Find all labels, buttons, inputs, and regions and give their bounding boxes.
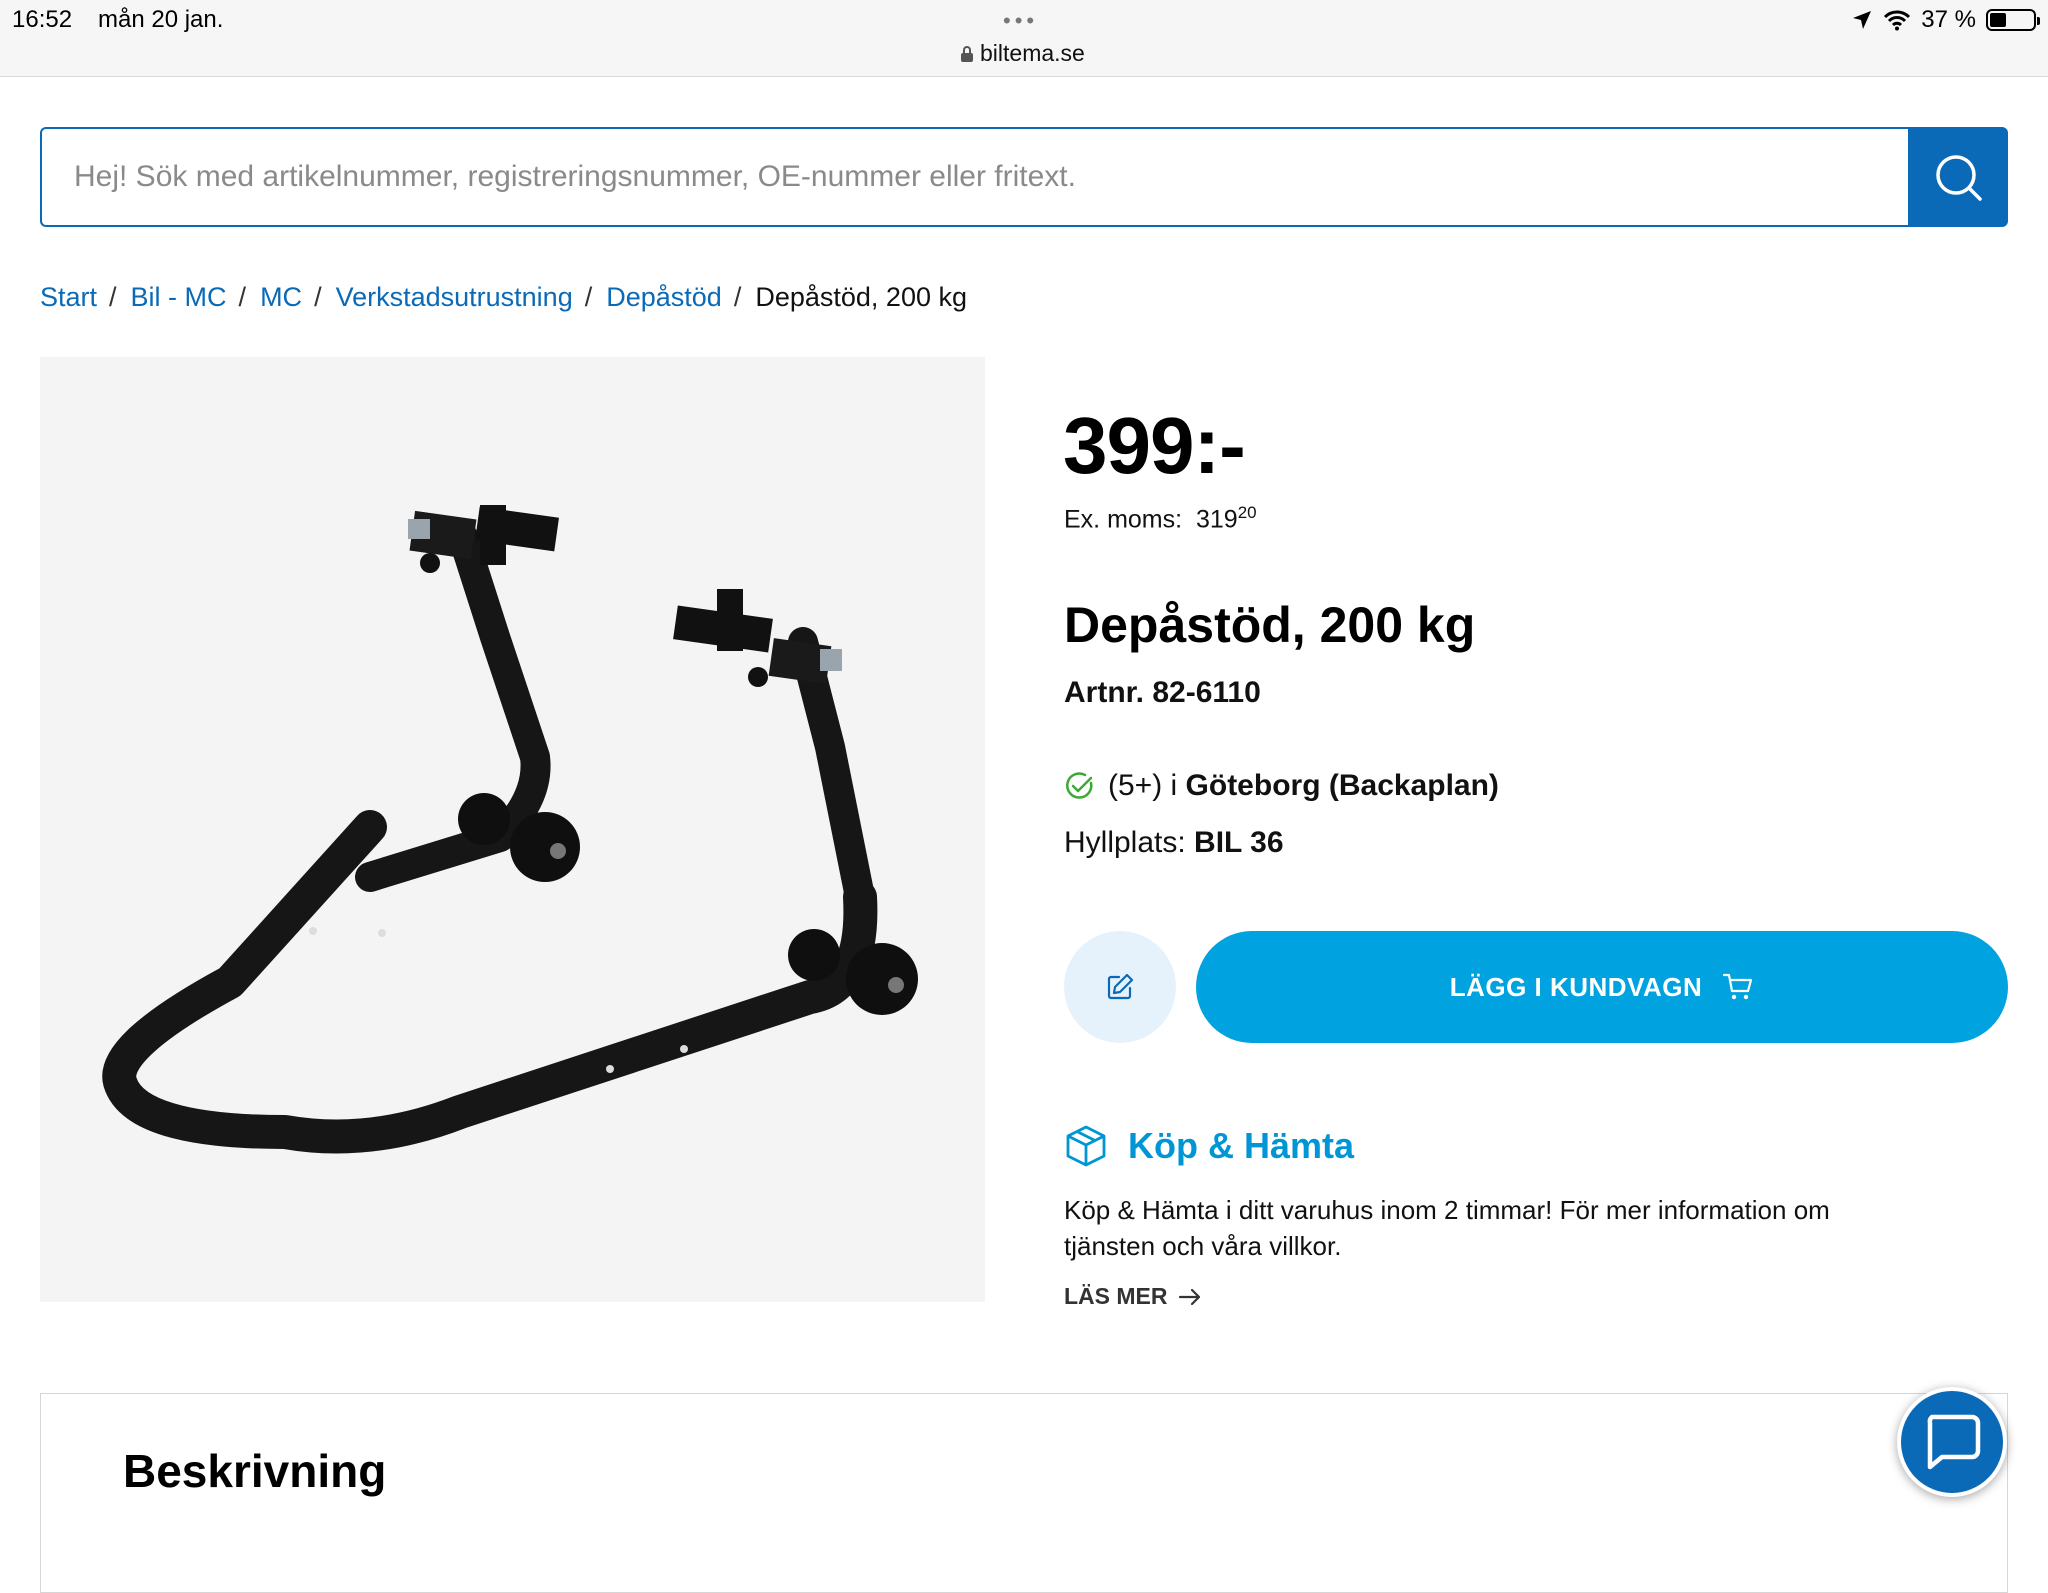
tab-dots[interactable]: ••• — [1003, 8, 1038, 34]
search-button[interactable] — [1908, 127, 2008, 227]
chat-button[interactable] — [1897, 1387, 2007, 1497]
arrow-right-icon — [1178, 1288, 1200, 1305]
add-to-cart-label: LÄGG I KUNDVAGN — [1449, 971, 1703, 1002]
add-to-cart-button[interactable]: LÄGG I KUNDVAGN — [1196, 931, 2008, 1043]
stock-status: (5+) i Göteborg (Backaplan) — [1064, 769, 1499, 803]
cart-icon — [1723, 973, 1753, 1000]
read-more-link[interactable]: LÄS MER — [1064, 1283, 1202, 1310]
product-image[interactable] — [40, 357, 985, 1302]
breadcrumb-separator: / — [733, 282, 742, 312]
battery-percent: 37 % — [1921, 6, 1976, 33]
breadcrumb-current: Depåstöd, 200 kg — [755, 282, 967, 312]
breadcrumb-separator: / — [109, 282, 117, 312]
product-title: Depåstöd, 200 kg — [1064, 597, 1476, 653]
breadcrumb-separator: / — [238, 282, 247, 312]
breadcrumb-verkstadsutrustning[interactable]: Verkstadsutrustning — [336, 282, 573, 313]
edit-list-button[interactable] — [1064, 931, 1176, 1043]
breadcrumb-bil-mc[interactable]: Bil - MC — [131, 282, 227, 313]
breadcrumb-depastod[interactable]: Depåstöd — [606, 282, 722, 313]
stock-count: (5+) i — [1108, 769, 1178, 802]
check-circle-icon — [1066, 772, 1093, 799]
description-section: Beskrivning — [40, 1393, 2008, 1593]
status-bar: 16:52 mån 20 jan. ••• biltema.se 37 % — [0, 0, 2048, 77]
edit-icon — [1107, 973, 1134, 1000]
status-time: 16:52 — [12, 6, 73, 33]
paddock-stand-image — [102, 505, 918, 1154]
breadcrumb-separator: / — [314, 282, 322, 312]
chat-icon — [1927, 1414, 1981, 1470]
status-date: mån 20 jan. — [98, 6, 224, 33]
shelf-location: Hyllplats: BIL 36 — [1064, 826, 1284, 860]
product-price: 399:- — [1063, 401, 1246, 490]
address-bar[interactable]: biltema.se — [960, 40, 1085, 67]
breadcrumb-mc[interactable]: MC — [260, 282, 302, 313]
kop-hamta-text: Köp & Hämta i ditt varuhus inom 2 timmar… — [1064, 1195, 1830, 1261]
article-number: Artnr. 82-6110 — [1064, 676, 1261, 709]
wifi-icon — [1884, 10, 1911, 31]
breadcrumb: Start / Bil - MC / MC / Verkstadsutrustn… — [40, 282, 967, 313]
shelf-label: Hyllplats: — [1064, 826, 1186, 859]
search-input[interactable] — [40, 127, 1908, 227]
kop-hamta-header: Köp & Hämta — [1064, 1124, 1354, 1168]
price-ex-vat: Ex. moms: 31920 — [1064, 503, 1257, 534]
read-more-label: LÄS MER — [1064, 1283, 1168, 1309]
battery-icon — [1986, 9, 2040, 31]
url-text: biltema.se — [980, 40, 1085, 66]
ex-moms-whole: 319 — [1195, 505, 1238, 534]
search-bar — [40, 127, 2008, 227]
shelf-value: BIL 36 — [1194, 826, 1284, 859]
lock-icon — [961, 45, 973, 62]
ex-moms-fraction: 20 — [1237, 503, 1257, 522]
location-arrow-icon — [1853, 11, 1872, 29]
stock-store[interactable]: Göteborg (Backaplan) — [1186, 769, 1499, 802]
search-icon — [1936, 155, 1982, 201]
breadcrumb-start[interactable]: Start — [40, 282, 97, 313]
status-indicators: 37 % — [1851, 6, 2040, 34]
breadcrumb-separator: / — [584, 282, 593, 312]
box-icon — [1066, 1125, 1106, 1167]
description-title: Beskrivning — [123, 1445, 387, 1497]
kop-hamta-title: Köp & Hämta — [1128, 1125, 1355, 1166]
ex-moms-label: Ex. moms: — [1064, 505, 1183, 534]
